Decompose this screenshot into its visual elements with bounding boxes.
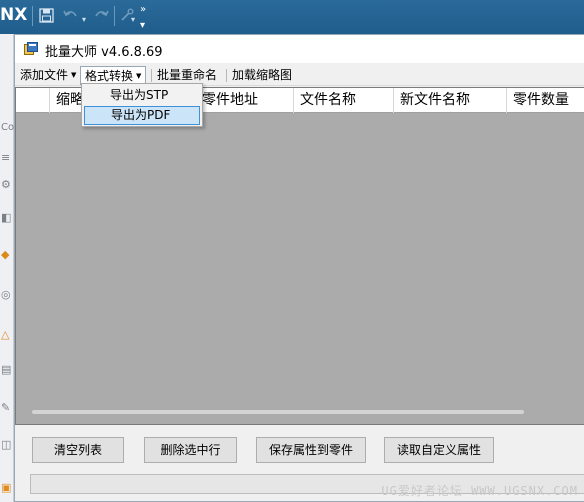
overflow-icon[interactable]: » ▾	[140, 2, 146, 34]
menu-batch-rename[interactable]: 批量重命名	[153, 66, 221, 84]
menu-item-export-pdf[interactable]: 导出为PDF	[84, 106, 200, 125]
menu-batch-rename-label: 批量重命名	[157, 68, 218, 82]
col-header-part-count[interactable]: 零件数量	[506, 88, 584, 113]
reuse-library-icon[interactable]: △	[1, 329, 13, 341]
nx-title-bar: NX ▾ ▾ » ▾	[0, 0, 584, 34]
window-title: 批量大师 v4.6.8.69	[45, 45, 163, 60]
menu-separator	[226, 69, 227, 82]
undo-icon[interactable]	[62, 8, 78, 27]
col-header-file-name[interactable]: 文件名称	[293, 88, 393, 113]
gear-icon[interactable]: ⚙	[1, 179, 13, 191]
dropdown-arrow-icon: ▼	[71, 71, 77, 79]
menu-item-export-stp[interactable]: 导出为STP	[84, 86, 200, 105]
menu-add-file-label: 添加文件	[20, 68, 69, 82]
assembly-icon[interactable]: ◆	[1, 249, 13, 261]
save-icon[interactable]	[39, 8, 54, 28]
nx-resource-bar: Co ≡ ⚙ ◧ ◆ ◎ △ ▤ ✎ ◫ ▣	[0, 34, 14, 502]
roles-icon[interactable]: ✎	[1, 402, 13, 414]
dropdown-arrow-icon: ▼	[136, 72, 142, 80]
history-icon[interactable]: ▤	[1, 364, 13, 376]
menu-format-convert-label: 格式转换	[85, 69, 134, 83]
format-convert-dropdown: 导出为STP 导出为PDF	[81, 83, 203, 127]
delete-selected-button[interactable]: 删除选中行	[144, 437, 237, 463]
clear-list-button[interactable]: 清空列表	[32, 437, 124, 463]
menu-load-thumbnail-label: 加载缩略图	[232, 68, 293, 82]
col-header-part-path[interactable]: 零件地址	[195, 88, 293, 113]
window-title-bar: 批量大师 v4.6.8.69	[15, 35, 584, 63]
save-props-button[interactable]: 保存属性到零件	[256, 437, 366, 463]
constraint-icon[interactable]: ◎	[1, 289, 13, 301]
file-grid[interactable]: 缩略 零件地址 文件名称 新文件名称 零件数量	[15, 87, 584, 425]
batch-master-window: 批量大师 v4.6.8.69 添加文件 ▼ 格式转换 ▼ 批量重命名 加载缩略图 缩…	[14, 34, 584, 502]
nx-logo: NX	[0, 5, 28, 25]
nx-side-label: Co	[1, 122, 15, 133]
watermark: UG爱好者论坛 WWW.UGSNX.COM	[381, 484, 578, 498]
menu-lines-icon[interactable]: ≡	[1, 152, 13, 164]
toolbar-separator	[32, 6, 33, 26]
row-header-corner	[16, 88, 49, 113]
part-navigator-icon[interactable]: ◧	[1, 212, 13, 224]
menu-add-file[interactable]: 添加文件 ▼	[16, 66, 80, 84]
undo-dropdown-icon[interactable]: ▾	[82, 12, 86, 28]
read-custom-props-button[interactable]: 读取自定义属性	[384, 437, 494, 463]
web-browser-icon[interactable]: ◫	[1, 439, 13, 451]
toolbar-separator	[114, 6, 115, 26]
menu-separator	[151, 69, 152, 82]
redo-icon[interactable]	[94, 8, 110, 27]
palette-icon[interactable]: ▣	[1, 482, 13, 494]
app-icon	[24, 42, 38, 55]
col-header-new-file-name[interactable]: 新文件名称	[393, 88, 506, 113]
customize-dropdown-icon[interactable]: ▾	[131, 12, 135, 28]
menu-load-thumbnail[interactable]: 加载缩略图	[228, 66, 296, 84]
horizontal-scrollbar[interactable]	[32, 410, 524, 414]
